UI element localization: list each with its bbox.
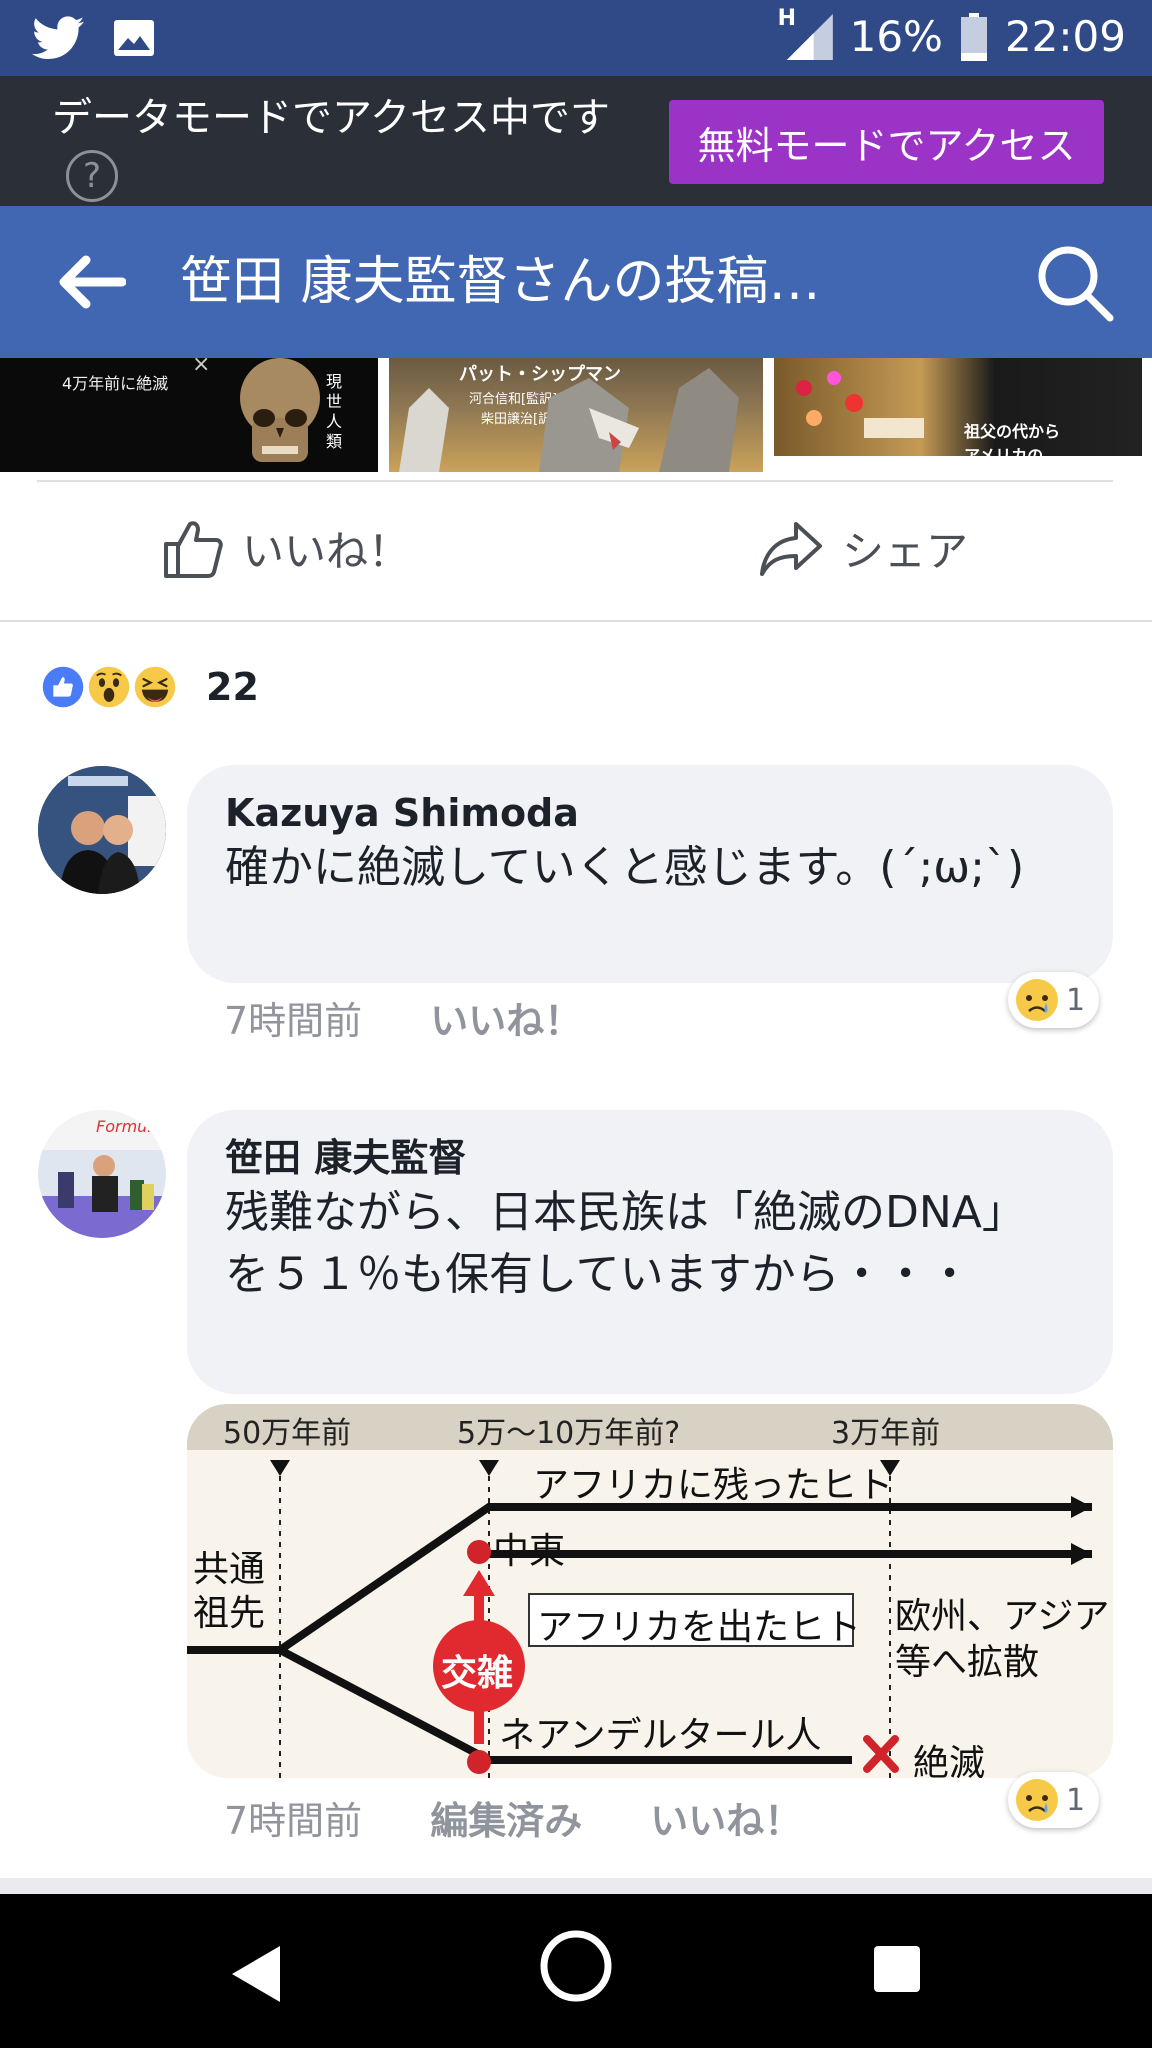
- battery-icon: [960, 12, 987, 61]
- thumb-caption-1: 祖父の代から: [964, 422, 1061, 441]
- diagram-neanderthal: ネアンデルタール人: [499, 1715, 822, 1756]
- svg-text:Formula: Formula: [96, 1117, 162, 1136]
- page-title: 笹田 康夫監督さんの投稿…: [180, 252, 821, 312]
- comment-text: 残難ながら、日本民族は「絶滅のDNA」を５１％も保有していますから・・・: [225, 1187, 1026, 1300]
- status-bar: H 16% 22:09: [0, 0, 1152, 76]
- data-mode-banner: データモードでアクセス中です? 無料モードでアクセス: [0, 76, 1152, 206]
- home-circle-icon[interactable]: [538, 1928, 614, 2004]
- diagram-middle-east: 中東: [493, 1531, 566, 1572]
- reaction-summary[interactable]: 22: [38, 662, 259, 712]
- comment-edited-label[interactable]: 編集済み: [430, 1790, 582, 1845]
- clock: 22:09: [1004, 12, 1126, 61]
- comment-time: 7時間前: [224, 1799, 363, 1843]
- reaction-count: 22: [206, 665, 259, 709]
- comment-time: 7時間前: [224, 999, 363, 1043]
- skull-illustration: [240, 358, 320, 462]
- app-header: 笹田 康夫監督さんの投稿…: [0, 206, 1152, 358]
- recents-square-icon[interactable]: [872, 1944, 922, 1994]
- wolf-illustration: [399, 368, 739, 472]
- comment-like-button[interactable]: いいね！: [430, 990, 582, 1045]
- comment-meta: 7時間前 いいね！: [224, 990, 582, 1045]
- diagram-interbreed: 交雑: [441, 1653, 514, 1694]
- divider: [0, 620, 1152, 622]
- sad-reaction-icon: [1016, 1779, 1058, 1821]
- comment-reaction-badge[interactable]: 1: [1008, 1772, 1100, 1828]
- like-reaction-icon: [38, 662, 88, 712]
- post-image-wolves[interactable]: パット・シップマン 河合信和[監訳] 柴田譲治[訳]: [389, 358, 763, 472]
- comment-meta: 7時間前 編集済み いいね！: [224, 1790, 802, 1845]
- diagram-stay-africa: アフリカに残ったヒト: [533, 1465, 894, 1506]
- close-mark: ×: [192, 358, 211, 377]
- comment-image-diagram[interactable]: 50万年前 5万〜10万年前? 3万年前 共通祖先 アフリカに残ったヒト 中東 …: [187, 1404, 1113, 1778]
- avatar-photo: [38, 766, 166, 894]
- data-mode-message: データモードでアクセス中です: [52, 95, 610, 141]
- diagram-extinct: 絶滅: [913, 1743, 986, 1778]
- thumbs-up-icon: [164, 521, 223, 578]
- comment-author[interactable]: Kazuya Shimoda: [225, 789, 579, 837]
- comment-bubble[interactable]: 笹田 康夫監督 残難ながら、日本民族は「絶滅のDNA」を５１％も保有していますか…: [187, 1110, 1113, 1394]
- haha-reaction-icon: [130, 662, 180, 712]
- thumb-caption-extinct: 4万年前に絶滅: [62, 374, 169, 393]
- twitter-icon: [32, 16, 84, 60]
- image-icon: [114, 20, 154, 56]
- search-icon[interactable]: [1034, 242, 1114, 322]
- divider: [37, 480, 1113, 482]
- share-button-label: シェア: [842, 526, 969, 576]
- signal-icon: H: [778, 6, 834, 60]
- avatar-photo: Formula: [38, 1110, 166, 1238]
- post-image-officials[interactable]: 祖父の代から アメリカの: [774, 358, 1142, 456]
- commenter-avatar[interactable]: Formula: [38, 1110, 166, 1238]
- thumb-side-label: 現世人類: [326, 372, 343, 451]
- thumb-caption-2: アメリカの: [964, 446, 1044, 456]
- free-mode-button[interactable]: 無料モードでアクセス: [669, 100, 1104, 184]
- comment-like-button[interactable]: いいね！: [650, 1790, 802, 1845]
- like-button-label: いいね！: [242, 526, 411, 576]
- diagram-left-africa: アフリカを出たヒト: [537, 1607, 862, 1648]
- like-button[interactable]: いいね！: [160, 516, 410, 580]
- diagram-common-ancestor: 共通祖先: [193, 1549, 266, 1634]
- back-arrow-icon[interactable]: [56, 252, 126, 312]
- comment-bubble[interactable]: Kazuya Shimoda 確かに絶滅していくと感じます。(´;ω;`): [187, 765, 1113, 983]
- comment-reaction-badge[interactable]: 1: [1008, 972, 1100, 1028]
- diagram-tick-50-100k: 5万〜10万年前?: [457, 1416, 681, 1451]
- share-icon: [760, 522, 822, 576]
- flowers-illustration: [796, 371, 924, 438]
- wow-reaction-icon: [84, 662, 134, 712]
- comment-author[interactable]: 笹田 康夫監督: [225, 1134, 466, 1182]
- back-triangle-icon[interactable]: [228, 1942, 284, 2006]
- diagram-tick-30k: 3万年前: [831, 1416, 941, 1451]
- comment-reaction-count: 1: [1066, 982, 1086, 1018]
- comment-text: 確かに絶滅していくと感じます。(´;ω;`): [225, 842, 1025, 893]
- feed-separator: [0, 1878, 1152, 1894]
- comment-reaction-count: 1: [1066, 1782, 1086, 1818]
- help-icon[interactable]: ?: [66, 150, 118, 202]
- post-image-skull[interactable]: 4万年前に絶滅 × 現世人類: [0, 358, 378, 472]
- data-mode-message-block: データモードでアクセス中です?: [52, 90, 612, 202]
- diagram-tick-500k: 50万年前: [223, 1416, 352, 1451]
- system-nav-bar: [0, 1894, 1152, 2048]
- sad-reaction-icon: [1016, 979, 1058, 1021]
- commenter-avatar[interactable]: [38, 766, 166, 894]
- share-button[interactable]: シェア: [758, 516, 968, 580]
- diagram-spread: 欧州、アジア等へ拡散: [895, 1596, 1110, 1683]
- battery-percent: 16%: [849, 12, 943, 61]
- post-image-strip: 4万年前に絶滅 × 現世人類 パット・シップマン 河合信和[監訳] 柴田譲治[訳…: [0, 358, 1152, 472]
